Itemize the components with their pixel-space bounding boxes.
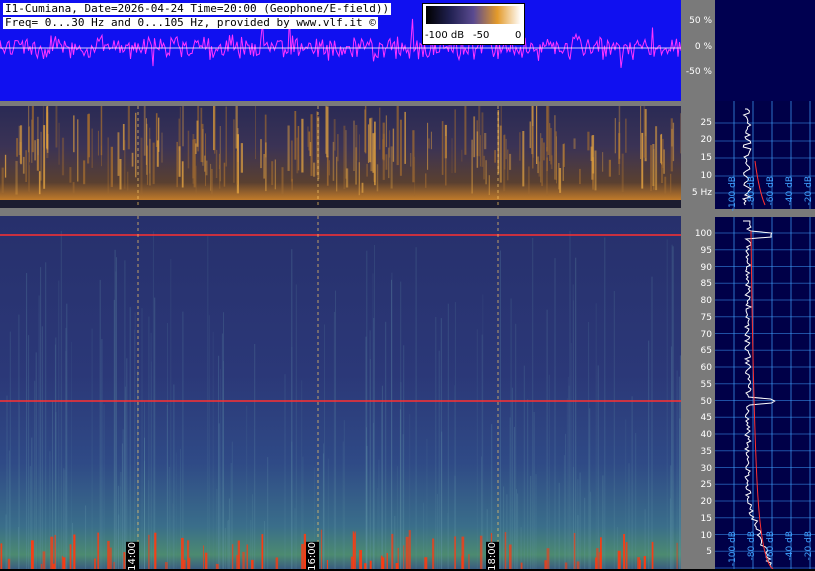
high-axis-label: 20	[701, 497, 712, 507]
profile-high-db-label: -40 dB	[785, 531, 795, 560]
high-axis-label: 30	[701, 464, 712, 474]
time-axis-label: 18:00	[486, 542, 499, 571]
high-axis-label: 25	[701, 480, 712, 490]
high-axis-label: 5	[706, 547, 712, 557]
high-axis-label: 40	[701, 430, 712, 440]
time-axis-label: 14:00	[126, 542, 139, 571]
high-axis-label: 65	[701, 346, 712, 356]
high-frequency-axis: 100 95 90 85 80 75 70 65 60 55 50 45 40 35 30 25 20 15 10 5	[681, 216, 715, 569]
spectrogram-low-frequency	[0, 106, 681, 208]
profile-high-db-label: -20 dB	[804, 531, 814, 560]
color-scale-legend: -100 dB -50 0	[422, 3, 525, 45]
high-axis-label: 100	[695, 229, 712, 239]
high-axis-label: 55	[701, 380, 712, 390]
profile-low-db-label: -100 dB	[728, 176, 738, 211]
profile-low-db-label: -60 dB	[766, 176, 776, 205]
low-axis-label: 5 Hz	[692, 188, 712, 198]
high-axis-label: 50	[701, 397, 712, 407]
profile-low-db-label: -40 dB	[785, 176, 795, 205]
high-axis-label: 70	[701, 330, 712, 340]
color-scale-gradient	[426, 6, 521, 24]
profile-high-db-label: -60 dB	[766, 531, 776, 560]
spectrogram-high-frequency	[0, 216, 681, 569]
spectrogram-high-streaks	[0, 216, 681, 569]
low-frequency-axis: 25 20 15 10 5 Hz	[681, 101, 715, 216]
high-axis-label: 10	[701, 531, 712, 541]
high-axis-label: 95	[701, 246, 712, 256]
high-axis-label: 85	[701, 279, 712, 289]
waveform-axis-label: 0 %	[695, 42, 712, 52]
waveform-axis-label: -50 %	[686, 67, 712, 77]
high-axis-label: 60	[701, 363, 712, 373]
high-axis-label: 35	[701, 447, 712, 457]
profile-high-db-label: -80 dB	[747, 531, 757, 560]
low-axis-label: 10	[701, 171, 712, 181]
waveform-axis-label: 50 %	[689, 16, 712, 26]
header-frequency-info: Freq= 0...30 Hz and 0...105 Hz, provided…	[3, 17, 378, 29]
header-title: I1-Cumiana, Date=2026-04-24 Time=20:00 (…	[3, 3, 391, 15]
profile-low-db-label: -20 dB	[804, 176, 814, 205]
color-scale-label-min: -100 dB	[425, 30, 464, 41]
high-axis-label: 90	[701, 263, 712, 273]
spectrum-profile-panel: -100 dB -80 dB -60 dB -40 dB -20 dB -100…	[715, 101, 815, 569]
high-axis-label: 75	[701, 313, 712, 323]
panel-separator	[0, 208, 681, 216]
high-axis-label: 80	[701, 296, 712, 306]
spectrum-profile-plot	[715, 101, 815, 569]
profile-top-panel	[715, 0, 815, 101]
color-scale-label-mid: -50	[473, 30, 489, 41]
high-axis-label: 15	[701, 514, 712, 524]
high-axis-label: 45	[701, 413, 712, 423]
low-axis-label: 20	[701, 135, 712, 145]
waveform-axis: 50 % 0 % -50 %	[681, 0, 715, 101]
low-axis-label: 15	[701, 153, 712, 163]
color-scale-label-max: 0	[515, 30, 521, 41]
spectrogram-low-streaks	[0, 106, 681, 208]
low-axis-label: 25	[701, 118, 712, 128]
profile-low-db-label: -80 dB	[747, 176, 757, 205]
time-axis-label: 16:00	[306, 542, 319, 571]
profile-high-db-label: -100 dB	[728, 531, 738, 566]
